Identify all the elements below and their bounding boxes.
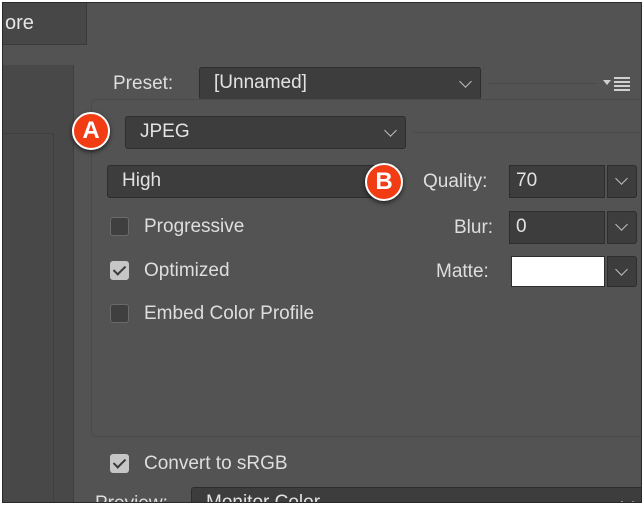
chevron-down-icon — [621, 495, 634, 502]
panel-tab[interactable]: ore — [3, 3, 87, 45]
panel-menu-icon[interactable] — [603, 76, 633, 92]
callout-badge-a: A — [72, 112, 110, 150]
preset-select[interactable]: [Unnamed] — [199, 67, 481, 100]
preview-pane-inner — [3, 133, 54, 502]
optimize-settings-group — [91, 99, 641, 437]
preview-value: Monitor Color — [206, 492, 321, 503]
save-for-web-panel: ore Preset: [Unnamed] JPEG High Quality:… — [2, 2, 642, 503]
preview-pane — [3, 65, 74, 502]
chevron-down-icon — [459, 75, 472, 88]
preview-select[interactable]: Monitor Color — [191, 487, 641, 503]
callout-badge-b: B — [365, 163, 403, 201]
preset-value: [Unnamed] — [214, 72, 307, 93]
preset-label: Preset: — [113, 73, 174, 94]
divider — [489, 83, 597, 84]
convert-srgb-checkbox[interactable] — [110, 454, 129, 473]
panel-tab-label: ore — [5, 12, 34, 34]
preview-label: Preview: — [95, 493, 168, 502]
convert-srgb-label: Convert to sRGB — [144, 453, 288, 474]
